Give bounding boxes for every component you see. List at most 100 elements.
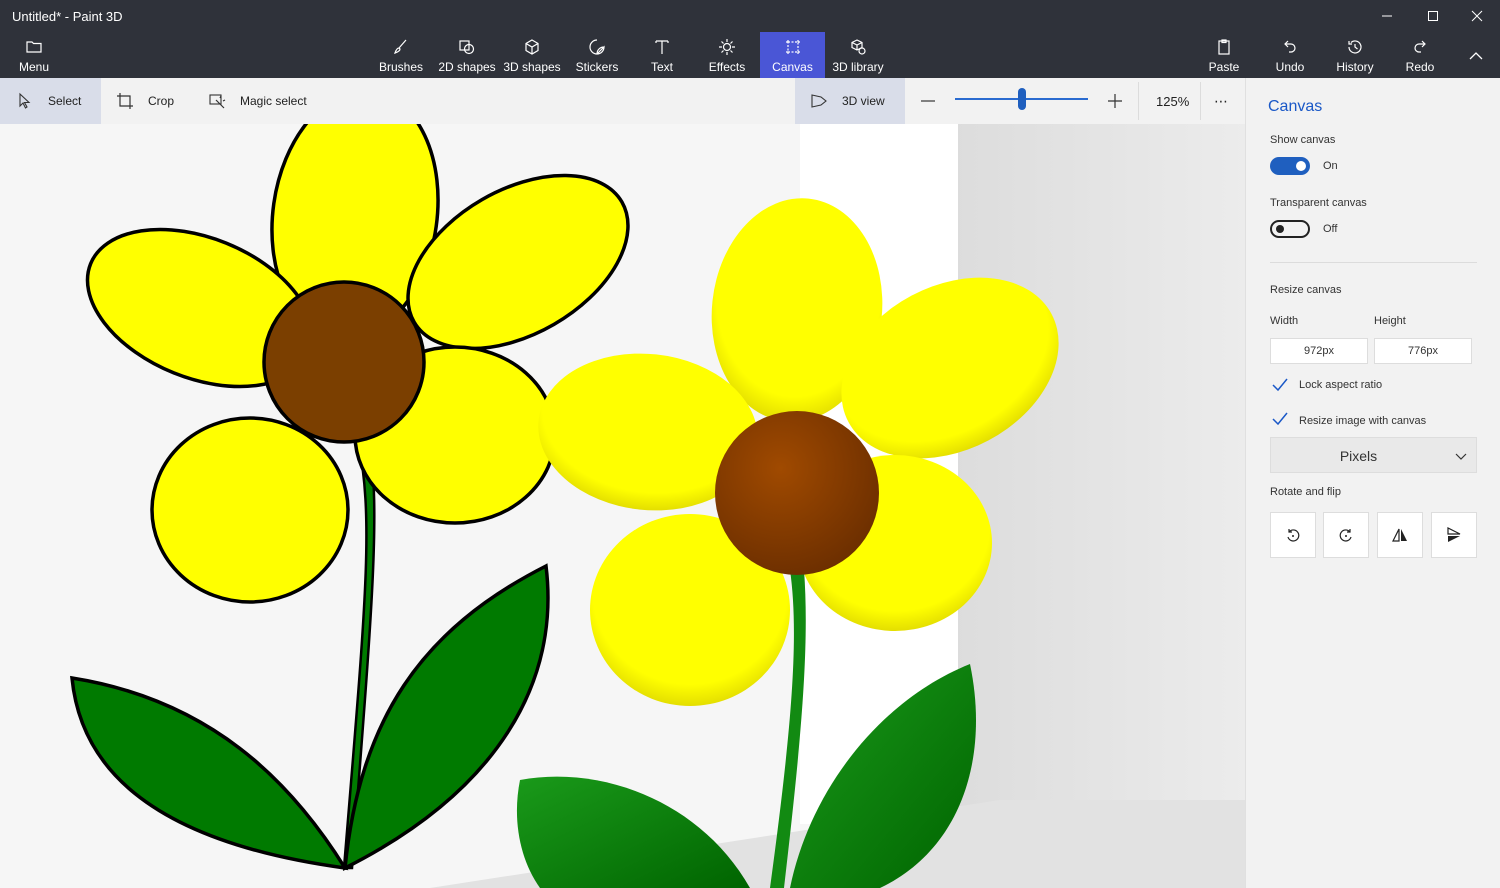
rotate-left-button[interactable]	[1270, 512, 1316, 558]
zoom-slider-thumb[interactable]	[1017, 88, 1026, 110]
canvas-panel: Canvas Show canvas On Transparent canvas…	[1245, 78, 1500, 888]
tool-label: Brushes	[378, 60, 424, 74]
rotate-right-icon	[1339, 529, 1352, 542]
transparent-canvas-label: Transparent canvas	[1270, 197, 1367, 209]
rotate-left-icon	[1287, 529, 1300, 542]
units-value: Pixels	[1339, 448, 1378, 464]
background-wall	[950, 124, 1245, 888]
3d-view-icon	[811, 94, 827, 108]
zoom-in-button[interactable]	[1106, 78, 1124, 124]
height-label: Height	[1374, 315, 1406, 327]
width-input[interactable]	[1270, 338, 1368, 364]
clipboard-icon	[1218, 39, 1230, 55]
canvas-scene[interactable]	[0, 124, 1245, 888]
rotate-right-button[interactable]	[1323, 512, 1369, 558]
tool-2d-shapes[interactable]: 2D shapes	[434, 32, 500, 78]
3d-shapes-icon	[525, 39, 539, 55]
canvas-toolbar: Select Crop Magic select 3D view 125% ⋯	[0, 78, 1245, 124]
tool-3d-library[interactable]: 3D library	[826, 32, 890, 78]
undo-icon	[1284, 40, 1296, 53]
canvas-viewport[interactable]	[0, 124, 1245, 888]
show-canvas-label: Show canvas	[1270, 134, 1336, 146]
tool-label: 2D shapes	[438, 60, 496, 74]
tool-brushes[interactable]: Brushes	[368, 32, 434, 78]
more-options-button[interactable]: ⋯	[1214, 78, 1228, 124]
brush-icon	[394, 39, 407, 54]
undo-label: Undo	[1275, 60, 1305, 74]
undo-button[interactable]: Undo	[1262, 32, 1318, 78]
cursor-icon	[19, 92, 31, 109]
stickers-icon	[589, 39, 605, 55]
petal-2d-lower-left	[150, 416, 350, 604]
flower-2d-center	[262, 280, 426, 444]
paste-label: Paste	[1208, 60, 1240, 74]
collapse-ribbon-button[interactable]	[1458, 32, 1494, 78]
tool-label: Text	[650, 60, 673, 74]
show-canvas-toggle[interactable]	[1270, 157, 1310, 175]
transparent-canvas-state: Off	[1323, 223, 1338, 235]
redo-button[interactable]: Redo	[1392, 32, 1448, 78]
redo-icon	[1414, 40, 1426, 53]
canvas-icon	[785, 40, 800, 54]
rotate-flip-heading: Rotate and flip	[1270, 486, 1341, 498]
folder-icon	[26, 41, 42, 53]
3d-view-toggle[interactable]: 3D view	[795, 78, 905, 124]
transparent-canvas-toggle[interactable]	[1270, 220, 1310, 238]
flip-horizontal-button[interactable]	[1377, 512, 1423, 558]
tool-canvas[interactable]: Canvas	[760, 32, 825, 78]
magic-select-label: Magic select	[240, 94, 307, 108]
height-input[interactable]	[1374, 338, 1472, 364]
minus-icon	[921, 100, 935, 102]
plus-icon	[1108, 94, 1122, 108]
flip-vertical-button[interactable]	[1431, 512, 1477, 558]
divider	[1200, 82, 1201, 120]
history-icon	[1348, 40, 1362, 54]
close-icon	[1471, 10, 1483, 22]
maximize-icon	[1428, 11, 1438, 21]
title-bar: Untitled* - Paint 3D	[0, 0, 1500, 32]
tool-3d-shapes[interactable]: 3D shapes	[500, 32, 564, 78]
redo-label: Redo	[1405, 60, 1435, 74]
resize-image-label: Resize image with canvas	[1299, 415, 1427, 427]
resize-canvas-heading: Resize canvas	[1270, 284, 1342, 296]
magic-select-icon	[209, 94, 226, 109]
zoom-level[interactable]: 125%	[1156, 78, 1189, 124]
panel-divider	[1270, 262, 1477, 263]
resize-image-checkbox[interactable]	[1270, 409, 1290, 429]
3d-library-icon	[851, 39, 866, 55]
text-icon	[655, 40, 669, 54]
2d-shapes-icon	[459, 40, 475, 55]
lock-aspect-label: Lock aspect ratio	[1299, 379, 1383, 391]
panel-title: Canvas	[1268, 98, 1323, 115]
magic-select-tool[interactable]: Magic select	[208, 78, 307, 124]
select-tool[interactable]: Select	[0, 78, 101, 124]
flower-3d-center	[715, 411, 879, 575]
maximize-button[interactable]	[1410, 0, 1456, 32]
divider	[1138, 82, 1139, 120]
checkmark-icon	[1272, 378, 1288, 392]
minimize-button[interactable]	[1364, 0, 1410, 32]
crop-label: Crop	[148, 94, 175, 108]
chevron-down-icon	[1455, 453, 1467, 460]
units-dropdown[interactable]: Pixels	[1270, 437, 1477, 473]
flip-vertical-icon	[1447, 527, 1461, 542]
ribbon: Menu Brushes 2D shapes 3D shapes Sticker…	[0, 32, 1500, 78]
paste-button[interactable]: Paste	[1196, 32, 1252, 78]
crop-tool[interactable]: Crop	[116, 78, 174, 124]
checkmark-icon	[1272, 412, 1288, 426]
window-title: Untitled* - Paint 3D	[12, 9, 123, 24]
tool-stickers[interactable]: Stickers	[566, 32, 628, 78]
tool-text[interactable]: Text	[632, 32, 692, 78]
menu-button[interactable]: Menu	[6, 32, 62, 78]
3d-view-label: 3D view	[842, 94, 885, 108]
tool-label: Effects	[708, 60, 746, 74]
zoom-out-button[interactable]	[919, 78, 937, 124]
close-button[interactable]	[1454, 0, 1500, 32]
tool-effects[interactable]: Effects	[696, 32, 758, 78]
effects-icon	[719, 39, 735, 55]
menu-label: Menu	[18, 60, 50, 74]
lock-aspect-checkbox[interactable]	[1270, 375, 1290, 395]
crop-icon	[117, 93, 133, 109]
history-button[interactable]: History	[1326, 32, 1384, 78]
show-canvas-state: On	[1323, 160, 1338, 172]
